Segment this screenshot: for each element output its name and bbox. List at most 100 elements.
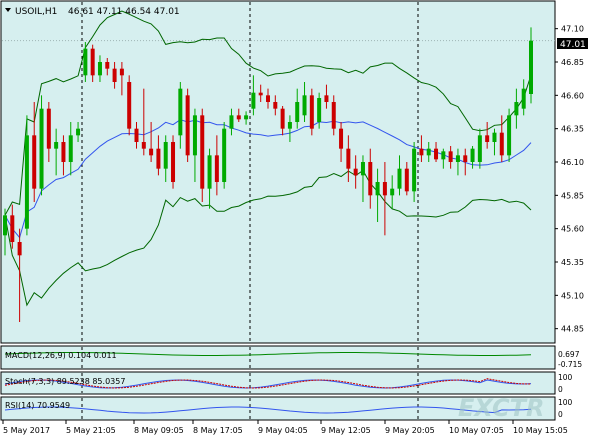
time-tick-label: 10 May 15:05 [513, 426, 568, 435]
candle-body-down [156, 148, 161, 169]
candle-body-down [273, 102, 278, 109]
candle-body-up [54, 142, 59, 149]
candle-body-down [258, 92, 263, 96]
candle-body-down [382, 182, 387, 196]
candle-body-up [390, 188, 395, 196]
candle-body-down [127, 82, 132, 129]
candle-body-up [492, 132, 497, 142]
candle-body-down [17, 242, 22, 256]
macd-tick-bottom: -0.715 [558, 360, 582, 369]
price-tick-label: 46.60 [561, 91, 584, 100]
time-tick-label: 5 May 2017 [3, 426, 50, 435]
candle-body-down [214, 155, 219, 182]
candle-body-up [317, 98, 322, 122]
rsi-label: RSI(14) 70.9549 [5, 401, 70, 410]
candle-body-up [455, 155, 460, 162]
candle-body-down [10, 215, 15, 242]
candle-body-up [521, 88, 526, 109]
candle-body-up [295, 102, 300, 122]
candle-body-down [309, 95, 314, 129]
candle-body-up [222, 128, 227, 182]
candle-body-up [39, 108, 44, 189]
price-tick-label: 46.10 [561, 158, 584, 167]
candle-body-down [266, 95, 270, 102]
current-price-text: 47.01 [560, 40, 586, 50]
candle-body-up [76, 128, 81, 136]
candle-body-up [441, 151, 446, 160]
candle-body-up [477, 135, 482, 162]
candle-body-down [499, 132, 504, 156]
candle-body-down [404, 168, 409, 192]
trading-chart[interactable]: USOIL,H1 46.61 47.11 46.54 47.01 47.10 46… [0, 0, 589, 436]
candle-body-down [61, 142, 66, 162]
time-tick-label: 9 May 20:05 [385, 426, 435, 435]
candle-body-down [149, 148, 154, 156]
candle-body-down [32, 135, 37, 189]
candle-body-down [141, 142, 146, 149]
candle-body-up [68, 135, 73, 162]
candle-body-down [434, 148, 439, 160]
watermark-logo: EXCTR [458, 394, 545, 422]
candle-body-down [200, 115, 205, 189]
price-tick-label: 45.60 [561, 225, 584, 234]
candle-body-down [463, 155, 468, 162]
candle-body-up [514, 102, 519, 116]
price-tick-label: 47.10 [561, 25, 584, 34]
price-tick-label: 44.85 [561, 325, 584, 334]
candle-body-down [331, 102, 336, 129]
candle-body-up [3, 215, 7, 236]
candle-body-down [119, 68, 124, 76]
time-tick-label: 9 May 12:05 [321, 426, 371, 435]
candle-body-down [46, 108, 51, 149]
candle-body-up [163, 142, 168, 169]
candle-body-up [375, 182, 380, 196]
candle-body-down [419, 148, 424, 156]
symbol-timeframe: USOIL,H1 [15, 7, 57, 17]
macd-label: MACD(12,26,9) 0.104 0.011 [5, 351, 117, 360]
candle-body-up [287, 122, 292, 129]
candle-body-down [134, 128, 139, 142]
time-tick-label: 10 May 07:05 [449, 426, 504, 435]
price-tick-label: 46.85 [561, 58, 584, 67]
candle-body-up [207, 155, 212, 189]
candle-body-up [397, 168, 402, 189]
candle-body-up [251, 92, 256, 109]
price-tick-label: 46.35 [561, 125, 584, 134]
time-tick-label: 8 May 09:05 [134, 426, 184, 435]
rsi-tick-bottom: 0 [558, 410, 563, 419]
time-tick-label: 9 May 04:05 [258, 426, 308, 435]
candle-body-up [178, 88, 183, 136]
candle-body-up [83, 48, 88, 76]
time-tick-label: 5 May 21:05 [66, 426, 116, 435]
time-tick-label: 8 May 17:05 [193, 426, 243, 435]
candle-body-up [412, 148, 417, 192]
candle-body-down [485, 135, 490, 142]
candle-body-down [448, 151, 453, 162]
stoch-label: Stoch(7,3,3) 89.5238 85.0357 [5, 377, 125, 386]
candle-body-down [368, 162, 373, 196]
candle-body-down [346, 148, 351, 169]
current-price-label: 47.01 [557, 38, 588, 50]
rsi-tick-top: 100 [558, 398, 573, 407]
candle-body-up [24, 135, 29, 229]
candle-body-up [192, 115, 197, 156]
macd-tick-top: 0.697 [558, 350, 580, 359]
candle-body-down [339, 128, 344, 149]
price-tick-label: 45.10 [561, 291, 584, 300]
candle-body-down [280, 108, 285, 129]
candle-body-up [360, 162, 365, 176]
candle-body-up [97, 62, 102, 76]
candle-body-down [112, 68, 117, 82]
candle-body-up [529, 40, 533, 94]
chart-header: USOIL,H1 46.61 47.11 46.54 47.01 [5, 7, 180, 17]
candle-body-up [426, 148, 431, 156]
candle-body-up [507, 115, 512, 156]
price-tick-label: 45.35 [561, 258, 584, 267]
candle-body-down [236, 115, 241, 120]
candle-body-down [324, 95, 329, 102]
price-tick-label: 45.85 [561, 191, 584, 200]
candle-body-down [353, 168, 358, 176]
candle-body-down [185, 95, 190, 156]
candle-body-down [90, 48, 95, 76]
stoch-tick-top: 100 [558, 373, 573, 382]
